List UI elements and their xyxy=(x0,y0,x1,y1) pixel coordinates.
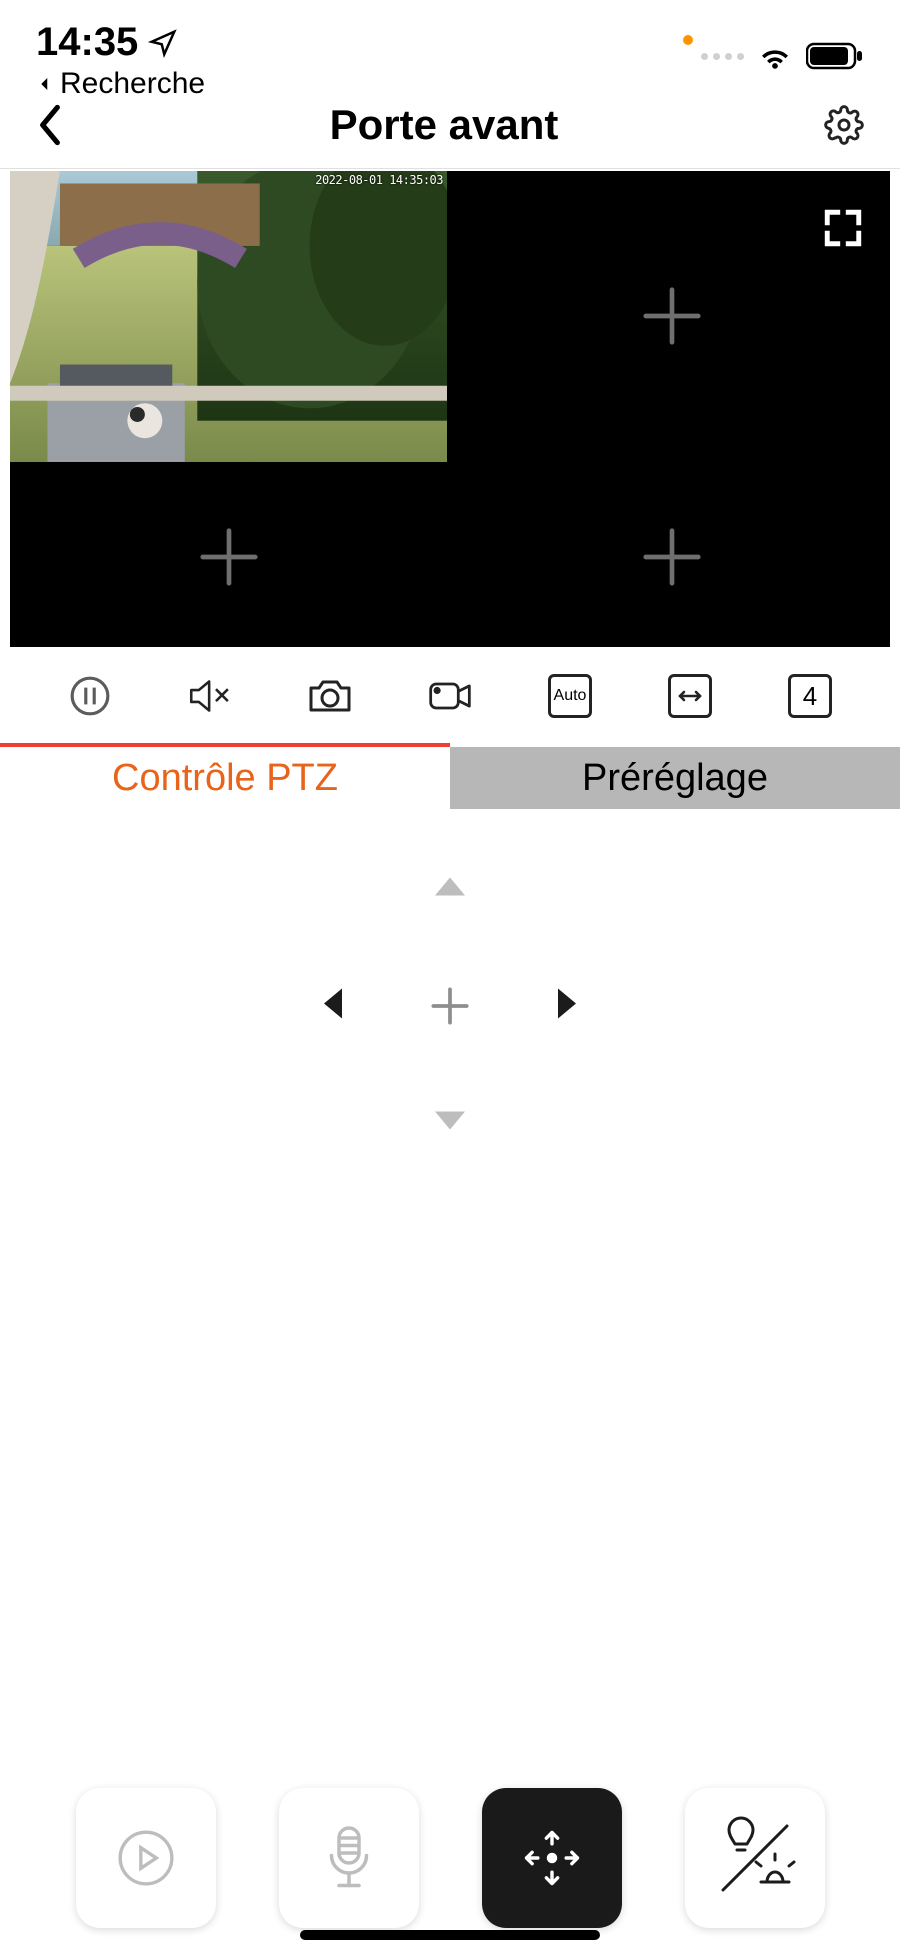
playback-button[interactable] xyxy=(76,1788,216,1928)
grid-layout-button[interactable]: 4 xyxy=(787,673,833,719)
ptz-up-button[interactable] xyxy=(433,876,467,903)
record-button[interactable] xyxy=(427,673,473,719)
battery-icon xyxy=(806,42,864,70)
microphone-button[interactable] xyxy=(279,1788,419,1928)
tab-preset[interactable]: Préréglage xyxy=(450,747,900,809)
snapshot-button[interactable] xyxy=(307,673,353,719)
ptz-control-area xyxy=(0,809,900,1171)
video-cell-3[interactable] xyxy=(10,468,447,647)
caret-up-icon xyxy=(433,876,467,898)
breadcrumb-back[interactable]: Recherche xyxy=(36,67,205,101)
settings-button[interactable] xyxy=(824,105,864,145)
ptz-right-button[interactable] xyxy=(556,987,578,1026)
divider xyxy=(0,168,900,169)
video-timestamp-overlay: 2022-08-01 14:35:03 xyxy=(315,173,443,187)
caret-left-icon xyxy=(322,987,344,1021)
breadcrumb-label: Recherche xyxy=(60,67,205,101)
ptz-wheel xyxy=(285,841,615,1171)
pause-icon xyxy=(69,675,111,717)
speaker-muted-icon xyxy=(187,675,233,717)
microphone-icon xyxy=(322,1823,376,1893)
caret-down-icon xyxy=(433,1110,467,1132)
status-time: 14:35 xyxy=(36,20,138,65)
aspect-ratio-button[interactable] xyxy=(667,673,713,719)
fullscreen-button[interactable] xyxy=(822,207,864,249)
grid-layout-label: 4 xyxy=(788,674,832,718)
play-circle-icon xyxy=(115,1827,177,1889)
recording-indicator-dot xyxy=(683,35,693,45)
wifi-icon xyxy=(758,43,792,69)
playback-toolbar: Auto 4 xyxy=(0,647,900,743)
cellular-signal-icon xyxy=(701,53,744,60)
light-alarm-icon xyxy=(705,1808,805,1908)
mute-button[interactable] xyxy=(187,673,233,719)
video-cell-4[interactable] xyxy=(453,468,890,647)
add-camera-icon xyxy=(637,522,707,592)
plus-icon xyxy=(425,981,475,1031)
add-camera-icon xyxy=(194,522,264,592)
move-arrows-icon xyxy=(518,1824,586,1892)
quality-auto-button[interactable]: Auto xyxy=(547,673,593,719)
add-camera-icon xyxy=(637,281,707,351)
video-cell-2[interactable] xyxy=(453,171,890,462)
quality-label: Auto xyxy=(548,674,592,718)
aspect-ratio-icon xyxy=(668,674,712,718)
camera-icon xyxy=(307,675,353,717)
title-bar: Porte avant xyxy=(0,90,900,168)
tab-preset-label: Préréglage xyxy=(582,757,768,800)
tab-ptz[interactable]: Contrôle PTZ xyxy=(0,743,450,809)
ptz-move-button[interactable] xyxy=(482,1788,622,1928)
caret-right-icon xyxy=(556,987,578,1021)
video-cell-1[interactable]: 2022-08-01 14:35:03 xyxy=(10,171,447,462)
status-bar: 14:35 Recherche xyxy=(0,0,900,90)
chevron-left-icon xyxy=(36,103,64,147)
fullscreen-icon xyxy=(822,207,864,249)
bottom-action-bar xyxy=(0,1788,900,1928)
home-indicator[interactable] xyxy=(300,1930,600,1940)
ptz-zoom-button[interactable] xyxy=(368,924,532,1088)
back-button[interactable] xyxy=(36,103,64,147)
video-grid: 2022-08-01 14:35:03 xyxy=(10,171,890,647)
camera-feed-thumbnail xyxy=(10,171,447,462)
videocam-icon xyxy=(427,677,473,715)
light-alarm-button[interactable] xyxy=(685,1788,825,1928)
ptz-left-button[interactable] xyxy=(322,987,344,1026)
page-title: Porte avant xyxy=(64,101,824,149)
ptz-down-button[interactable] xyxy=(433,1110,467,1137)
location-arrow-icon xyxy=(148,28,178,58)
tab-ptz-label: Contrôle PTZ xyxy=(112,757,338,800)
gear-icon xyxy=(824,105,864,145)
tab-bar: Contrôle PTZ Préréglage xyxy=(0,743,900,809)
chevron-left-icon xyxy=(36,75,54,93)
pause-button[interactable] xyxy=(67,673,113,719)
